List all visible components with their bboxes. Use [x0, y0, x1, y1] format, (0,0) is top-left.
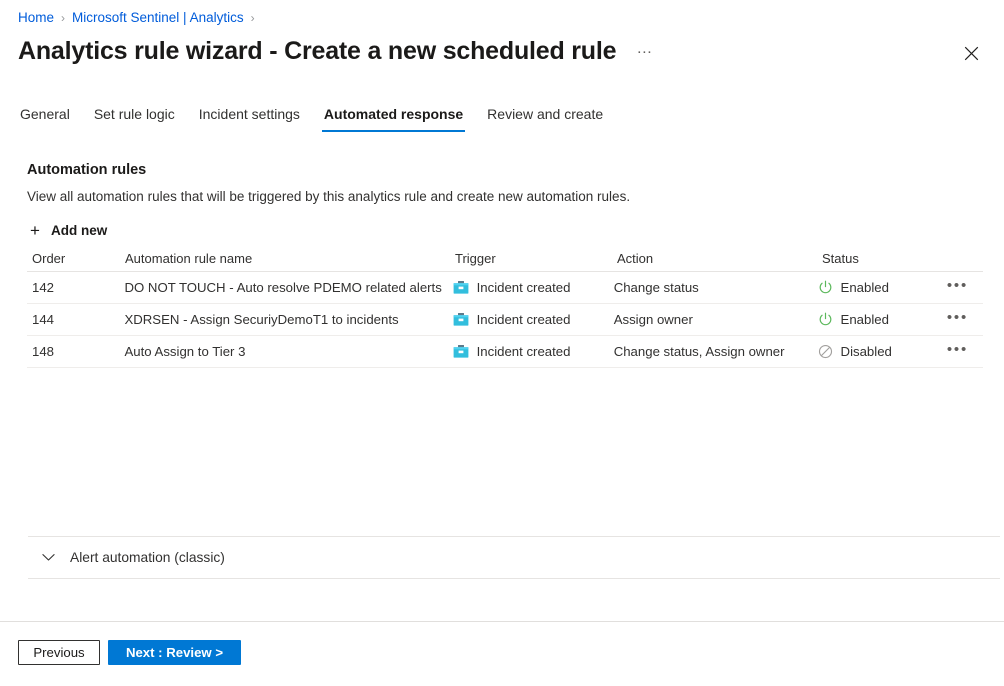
cell-menu: •••	[942, 308, 983, 332]
briefcase-icon	[453, 344, 469, 359]
tab-set-rule-logic-label: Set rule logic	[94, 106, 175, 122]
alert-automation-classic-label: Alert automation (classic)	[70, 550, 225, 565]
power-icon	[818, 280, 833, 295]
cell-rule-name: DO NOT TOUCH - Auto resolve PDEMO relate…	[124, 280, 452, 295]
table-row[interactable]: 142 DO NOT TOUCH - Auto resolve PDEMO re…	[27, 272, 983, 304]
row-more-options-icon[interactable]: •••	[942, 308, 971, 332]
cell-menu: •••	[942, 340, 983, 364]
tab-general[interactable]: General	[8, 96, 82, 132]
breadcrumb-separator-icon-2: ›	[251, 9, 255, 27]
title-row: Analytics rule wizard - Create a new sch…	[18, 33, 986, 69]
cell-order: 144	[27, 312, 124, 327]
chevron-down-icon	[40, 550, 56, 566]
breadcrumb: Home › Microsoft Sentinel | Analytics ›	[18, 9, 262, 27]
previous-button[interactable]: Previous	[18, 640, 100, 665]
next-review-button[interactable]: Next : Review >	[108, 640, 241, 665]
cell-rule-name: XDRSEN - Assign SecuriyDemoT1 to inciden…	[124, 312, 452, 327]
tab-set-rule-logic[interactable]: Set rule logic	[82, 96, 187, 132]
row-more-options-icon[interactable]: •••	[942, 276, 971, 300]
tab-incident-settings[interactable]: Incident settings	[187, 96, 312, 132]
cell-order: 142	[27, 280, 124, 295]
page-title: Analytics rule wizard - Create a new sch…	[18, 35, 616, 67]
more-options-icon[interactable]: …	[632, 38, 658, 65]
wizard-tabs: General Set rule logic Incident settings…	[8, 96, 615, 132]
tab-review-and-create[interactable]: Review and create	[475, 96, 615, 132]
cell-trigger-label: Incident created	[477, 344, 571, 359]
briefcase-icon	[453, 312, 469, 327]
cell-menu: •••	[942, 276, 983, 300]
cell-status-label: Disabled	[841, 344, 892, 359]
breadcrumb-separator-icon: ›	[61, 9, 65, 27]
table-row[interactable]: 144 XDRSEN - Assign SecuriyDemoT1 to inc…	[27, 304, 983, 336]
cell-action: Change status, Assign owner	[614, 344, 818, 359]
power-icon	[818, 312, 833, 327]
cell-rule-name: Auto Assign to Tier 3	[124, 344, 452, 359]
column-header-status[interactable]: Status	[822, 251, 947, 266]
row-more-options-icon[interactable]: •••	[942, 340, 971, 364]
tab-automated-response-label: Automated response	[324, 106, 463, 122]
cell-trigger-label: Incident created	[477, 312, 571, 327]
cell-trigger: Incident created	[453, 344, 614, 359]
alert-automation-classic-section[interactable]: Alert automation (classic)	[28, 536, 1000, 579]
section-title: Automation rules	[27, 162, 146, 178]
tab-general-label: General	[20, 106, 70, 122]
close-button[interactable]	[955, 37, 987, 69]
cell-trigger: Incident created	[453, 280, 614, 295]
automation-rules-table: Order Automation rule name Trigger Actio…	[27, 246, 983, 368]
tab-review-and-create-label: Review and create	[487, 106, 603, 122]
cell-trigger-label: Incident created	[477, 280, 571, 295]
wizard-footer: Previous Next : Review >	[18, 640, 241, 665]
table-row[interactable]: 148 Auto Assign to Tier 3 Incident creat…	[27, 336, 983, 368]
footer-divider	[0, 621, 1004, 622]
column-header-trigger[interactable]: Trigger	[455, 251, 617, 266]
plus-icon: +	[27, 222, 43, 238]
cell-status-label: Enabled	[841, 312, 889, 327]
cell-order: 148	[27, 344, 124, 359]
table-header-row: Order Automation rule name Trigger Actio…	[27, 246, 983, 272]
cell-status-label: Enabled	[841, 280, 889, 295]
column-header-order[interactable]: Order	[27, 251, 125, 266]
cell-status: Enabled	[818, 280, 942, 295]
section-description: View all automation rules that will be t…	[27, 188, 630, 206]
tab-incident-settings-label: Incident settings	[199, 106, 300, 122]
cell-status: Disabled	[818, 344, 942, 359]
add-new-label: Add new	[51, 223, 107, 238]
tab-automated-response[interactable]: Automated response	[312, 96, 475, 132]
cell-action: Assign owner	[614, 312, 818, 327]
close-icon	[964, 46, 979, 61]
blocked-icon	[818, 344, 833, 359]
column-header-action[interactable]: Action	[617, 251, 822, 266]
cell-status: Enabled	[818, 312, 942, 327]
analytics-rule-wizard-blade: Home › Microsoft Sentinel | Analytics › …	[0, 0, 1004, 686]
cell-trigger: Incident created	[453, 312, 614, 327]
add-new-button[interactable]: + Add new	[27, 219, 111, 241]
column-header-name[interactable]: Automation rule name	[125, 251, 455, 266]
breadcrumb-item-home[interactable]: Home	[18, 9, 54, 27]
briefcase-icon	[453, 280, 469, 295]
breadcrumb-item-microsoft-sentinel-analytics[interactable]: Microsoft Sentinel | Analytics	[72, 9, 244, 27]
cell-action: Change status	[614, 280, 818, 295]
